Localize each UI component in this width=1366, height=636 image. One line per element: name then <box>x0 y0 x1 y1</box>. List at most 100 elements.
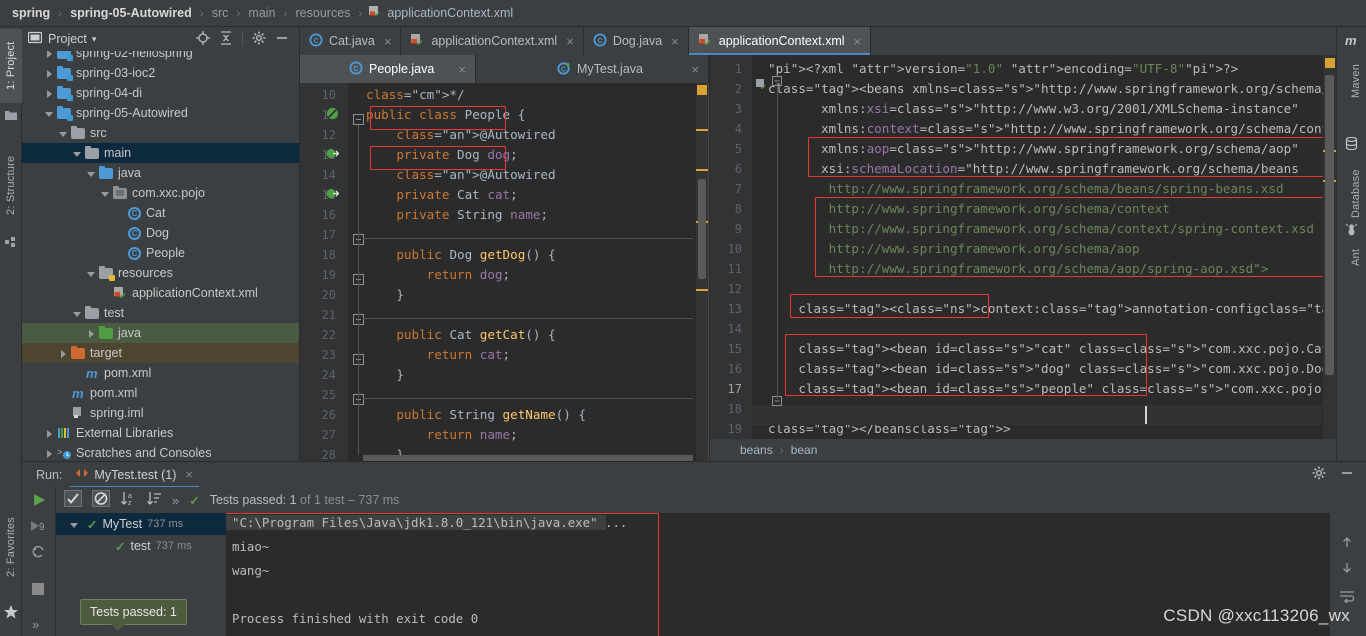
code-line[interactable]: return name; <box>366 425 518 445</box>
editor-tab-dog-java[interactable]: C Dog.java × <box>583 27 689 55</box>
collapse-all-icon[interactable] <box>219 30 233 48</box>
code-line[interactable]: http://www.springframework.org/schema/co… <box>768 199 1170 219</box>
expand-arrow-icon[interactable] <box>44 68 55 79</box>
tool-button-ant[interactable]: Ant <box>1346 239 1366 275</box>
code-line[interactable]: public String getName() { <box>366 405 586 425</box>
tool-button-favorites[interactable]: 2: Favorites <box>0 497 22 597</box>
xml-editor-pane[interactable]: 1 2 3 4 5 6 7 8 9 10 11 12 13 14 15 16 17 18 19 "pi"><?xml… <box>710 55 1366 461</box>
expand-arrow-icon[interactable] <box>44 428 55 439</box>
xml-breadcrumb[interactable]: beans › bean <box>710 439 1336 461</box>
tool-button-project[interactable]: 1: Project <box>0 29 22 103</box>
code-line[interactable]: http://www.springframework.org/schema/ao… <box>768 259 1269 279</box>
code-line[interactable]: http://www.springframework.org/schema/co… <box>768 219 1314 239</box>
collapse-arrow-icon[interactable] <box>69 519 80 530</box>
code-line[interactable]: class="tag"><bean id=class="s">"dog" cla… <box>768 359 1366 379</box>
code-line[interactable]: private String name; <box>366 205 548 225</box>
test-tree-row-mytest[interactable]: ✓ MyTest 737 ms <box>56 513 226 535</box>
tree-item-test[interactable]: test <box>22 303 299 323</box>
close-icon[interactable]: × <box>566 34 574 49</box>
tree-item-resources[interactable]: resources <box>22 263 299 283</box>
inspection-status-icon[interactable] <box>697 85 707 95</box>
collapse-arrow-icon[interactable] <box>58 128 69 139</box>
editor-tab-applicationcontext-xml[interactable]: applicationContext.xml × <box>401 27 584 55</box>
show-passed-icon[interactable] <box>64 490 82 510</box>
collapse-arrow-icon[interactable] <box>86 268 97 279</box>
expand-arrow-icon[interactable] <box>44 88 55 99</box>
expand-arrow-icon[interactable] <box>44 448 55 459</box>
split-editor-tab-mytest-java[interactable]: C MyTest.java × <box>476 55 709 83</box>
hide-icon[interactable] <box>1340 466 1354 483</box>
code-line[interactable]: return cat; <box>366 345 510 365</box>
rerun-failed-icon[interactable]: 9 <box>30 519 48 536</box>
code-line[interactable]: public class People { <box>366 105 525 125</box>
tree-item-spring-04-di[interactable]: spring-04-di <box>22 83 299 103</box>
tree-item-external-libraries[interactable]: External Libraries <box>22 423 299 443</box>
close-icon[interactable]: × <box>691 62 699 77</box>
breadcrumb-item-2[interactable]: src <box>210 6 231 20</box>
spring-bean-gutter-icon[interactable] <box>756 79 769 92</box>
code-line[interactable]: xmlns:context=class="s">"http://www.spri… <box>768 119 1359 139</box>
code-line[interactable]: class="tag"><class="ns">context:class="t… <box>768 299 1366 319</box>
implementing-icon[interactable] <box>326 147 340 160</box>
tree-item-people[interactable]: C People <box>22 243 299 263</box>
code-line[interactable]: return dog; <box>366 265 510 285</box>
tree-item-com-xxc-pojo[interactable]: com.xxc.pojo <box>22 183 299 203</box>
rerun-icon[interactable] <box>32 493 46 510</box>
warning-marker[interactable] <box>696 289 708 291</box>
code-line[interactable]: class="cm">*/ <box>366 85 465 105</box>
code-line[interactable]: } <box>366 365 404 385</box>
tree-item-main[interactable]: main <box>22 143 299 163</box>
tree-item-scratches-and-consoles[interactable]: >_ Scratches and Consoles <box>22 443 299 461</box>
editor-tab-bar[interactable]: C Cat.java × applicationContext.xml × C Dog.ja… <box>300 27 1336 55</box>
stop-icon[interactable] <box>32 583 44 595</box>
warning-marker[interactable] <box>696 169 708 171</box>
fold-icon[interactable] <box>353 354 366 367</box>
tree-item-cat[interactable]: C Cat <box>22 203 299 223</box>
scroll-up-icon[interactable] <box>1340 535 1354 552</box>
code-line[interactable]: private Cat cat; <box>366 185 517 205</box>
fold-icon[interactable] <box>353 314 366 327</box>
code-line[interactable]: class="an">@Autowired <box>366 125 555 145</box>
close-icon[interactable]: × <box>854 34 862 49</box>
code-line[interactable]: class="an">@Autowired <box>366 165 555 185</box>
hide-icon[interactable] <box>275 31 289 48</box>
fold-icon[interactable] <box>353 274 366 287</box>
code-line[interactable]: http://www.springframework.org/schema/ao… <box>768 239 1140 259</box>
split-editor-tab-people-java[interactable]: C People.java × <box>300 55 476 83</box>
breadcrumb-item-3[interactable]: main <box>246 6 277 20</box>
tree-item-pom-xml[interactable]: m pom.xml <box>22 383 299 403</box>
collapse-arrow-icon[interactable] <box>100 188 111 199</box>
tree-item-spring-02-hellospring[interactable]: spring-02-hellospring <box>22 51 299 63</box>
editor-tab-applicationcontext-xml[interactable]: applicationContext.xml × <box>688 27 872 55</box>
expand-arrow-icon[interactable] <box>58 348 69 359</box>
inspection-status-icon[interactable] <box>1325 58 1335 68</box>
tool-button-structure[interactable]: 2: Structure <box>0 139 22 231</box>
editor-tab-cat-java[interactable]: C Cat.java × <box>300 27 402 55</box>
code-line[interactable]: class="tag"><bean id=class="s">"cat" cla… <box>768 339 1366 359</box>
implementing-icon[interactable] <box>326 187 340 200</box>
sort-alphabetically-icon[interactable]: az <box>120 491 136 509</box>
gear-icon[interactable] <box>252 31 266 48</box>
more-actions-icon[interactable]: » <box>32 617 39 632</box>
close-icon[interactable]: × <box>458 62 466 77</box>
scroll-down-icon[interactable] <box>1340 561 1354 578</box>
expand-arrow-icon[interactable] <box>44 51 55 59</box>
close-icon[interactable]: × <box>671 34 679 49</box>
breadcrumb-item-5[interactable]: applicationContext.xml <box>385 6 515 20</box>
breadcrumb-item-0[interactable]: spring <box>10 6 52 20</box>
tool-button-database[interactable]: Database <box>1346 155 1366 233</box>
code-line[interactable]: public Cat getCat() { <box>366 325 555 345</box>
code-line[interactable]: } <box>366 285 404 305</box>
tree-item-spring-iml[interactable]: spring.iml <box>22 403 299 423</box>
expand-arrow-icon[interactable] <box>86 328 97 339</box>
run-actions-toolbar[interactable]: 9 » <box>22 487 56 636</box>
code-line[interactable]: class="tag"><bean id=class="s">"people" … <box>768 379 1366 399</box>
code-line[interactable]: http://www.springframework.org/schema/be… <box>768 179 1284 199</box>
tree-item-src[interactable]: src <box>22 123 299 143</box>
breadcrumb-item-1[interactable]: spring-05-Autowired <box>68 6 194 20</box>
java-scrollbar-thumb[interactable] <box>698 179 706 279</box>
run-tab-mytest[interactable]: MyTest.test (1) × <box>70 462 199 488</box>
project-tree[interactable]: spring-02-hellospring spring-03-ioc2 sprin… <box>22 51 299 461</box>
code-line[interactable]: "pi"><?xml "attr">version="1.0" "attr">e… <box>768 59 1238 79</box>
chevron-down-icon[interactable]: ▾ <box>92 34 97 45</box>
